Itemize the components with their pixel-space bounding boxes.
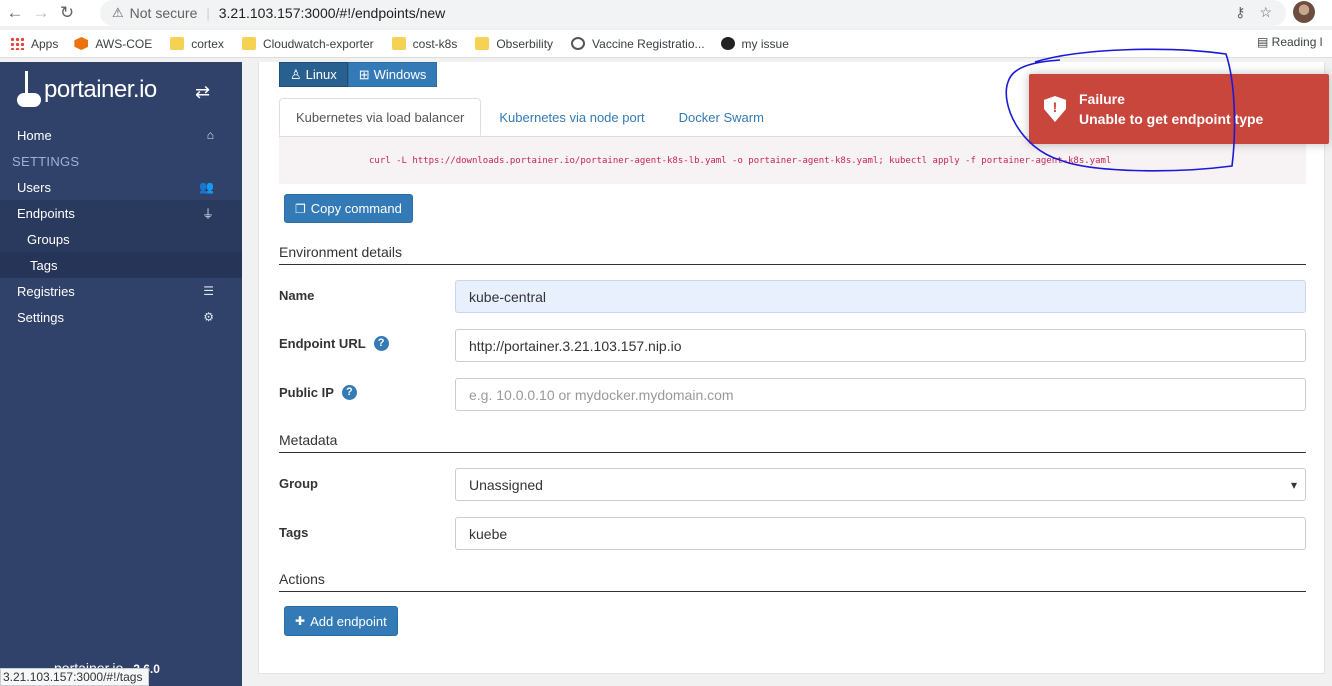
github-icon — [720, 37, 735, 50]
sidebar: portainer.io ⇄ Home ⌂ SETTINGS Users 👥 End… — [0, 62, 242, 686]
portainer-logo-icon — [16, 71, 41, 109]
bookmark-my-issue[interactable]: my issue — [720, 37, 789, 51]
linux-button[interactable]: ♙ Linux — [279, 62, 348, 87]
copy-command-button[interactable]: ❐ Copy command — [284, 194, 413, 223]
star-icon[interactable]: ☆ — [1259, 4, 1272, 21]
plus-icon: ✚ — [295, 614, 306, 628]
database-icon: ☰ — [203, 284, 214, 298]
metadata-heading: Metadata — [279, 432, 1306, 453]
bookmark-cortex[interactable]: cortex — [170, 37, 224, 51]
bookmark-vaccine-registration[interactable]: Vaccine Registratio... — [571, 37, 705, 51]
key-icon[interactable]: ⚷ — [1235, 4, 1245, 21]
tab-docker-swarm[interactable]: Docker Swarm — [663, 98, 780, 136]
toggle-sidebar-icon[interactable]: ⇄ — [195, 82, 210, 103]
folder-icon — [475, 37, 490, 50]
bookmark-cost-k8s[interactable]: cost-k8s — [391, 37, 457, 51]
folder-icon — [170, 37, 185, 50]
endpoint-url-input[interactable]: http://portainer.3.21.103.157.nip.io — [455, 329, 1306, 362]
sidebar-item-users[interactable]: Users 👥 — [0, 174, 242, 200]
toast-message: Unable to get endpoint type — [1079, 111, 1264, 127]
chevron-down-icon: ▾ — [1290, 478, 1297, 492]
public-ip-label: Public IP? — [279, 385, 357, 400]
sidebar-item-endpoints[interactable]: Endpoints ⏚ — [0, 200, 242, 226]
actions-heading: Actions — [279, 571, 1306, 592]
sidebar-item-registries[interactable]: Registries ☰ — [0, 278, 242, 304]
back-icon[interactable]: ← — [4, 2, 26, 24]
bookmark-aws-coe[interactable]: AWS-COE — [74, 37, 152, 51]
toast-title: Failure — [1079, 91, 1125, 107]
reload-icon[interactable]: ↻ — [56, 2, 78, 24]
security-label: Not secure — [129, 5, 198, 21]
name-label: Name — [279, 288, 315, 303]
add-endpoint-button[interactable]: ✚ Add endpoint — [284, 606, 398, 636]
help-icon[interactable]: ? — [341, 385, 357, 400]
apps-icon — [10, 37, 24, 50]
users-icon: 👥 — [199, 180, 214, 194]
sidebar-item-tags[interactable]: Tags — [0, 252, 242, 278]
help-icon[interactable]: ? — [373, 336, 389, 351]
failure-toast[interactable]: ! Failure Unable to get endpoint type — [1029, 74, 1329, 144]
warning-icon: ⚠ — [112, 5, 124, 20]
aws-icon — [74, 37, 89, 50]
sidebar-item-settings[interactable]: Settings ⚙ — [0, 304, 242, 330]
os-selector: ♙ Linux ⊞ Windows — [279, 62, 438, 87]
bookmark-apps[interactable]: Apps — [10, 37, 58, 51]
status-bar-url: 3.21.103.157:3000/#!/tags — [0, 668, 150, 686]
bookmark-cloudwatch-exporter[interactable]: Cloudwatch-exporter — [241, 37, 374, 51]
reading-list-button[interactable]: ▤ Reading l — [1257, 35, 1322, 49]
folder-icon — [241, 37, 256, 50]
tags-input[interactable]: kuebe — [455, 517, 1306, 550]
cogs-icon: ⚙ — [203, 310, 214, 324]
bookmark-obserbility[interactable]: Obserbility — [475, 37, 553, 51]
bookmarks-bar: Apps AWS-COE cortex Cloudwatch-exporter … — [0, 30, 1332, 58]
group-label: Group — [279, 476, 318, 491]
windows-button[interactable]: ⊞ Windows — [347, 62, 438, 87]
shield-alert-icon: ! — [1044, 96, 1066, 122]
tab-kubernetes-load-balancer[interactable]: Kubernetes via load balancer — [279, 98, 482, 136]
sidebar-heading-settings: SETTINGS — [12, 153, 80, 169]
environment-details-heading: Environment details — [279, 244, 1306, 265]
url-text[interactable]: 3.21.103.157:3000/#!/endpoints/new — [219, 5, 446, 21]
name-input[interactable]: kube-central — [455, 280, 1306, 313]
address-divider: | — [206, 5, 210, 21]
folder-icon — [391, 37, 406, 50]
endpoint-form-panel: ♙ Linux ⊞ Windows Kubernetes via load bala… — [258, 62, 1325, 674]
endpoint-url-label: Endpoint URL? — [279, 336, 389, 351]
public-ip-input[interactable]: e.g. 10.0.0.10 or mydocker.mydomain.com — [455, 378, 1306, 411]
tab-kubernetes-node-port[interactable]: Kubernetes via node port — [483, 98, 660, 136]
copy-icon: ❐ — [295, 201, 306, 216]
profile-avatar[interactable] — [1293, 1, 1315, 23]
tags-label: Tags — [279, 525, 309, 540]
plug-icon: ⏚ — [201, 206, 214, 221]
forward-icon[interactable]: → — [30, 2, 52, 24]
globe-icon — [571, 37, 586, 50]
windows-icon: ⊞ — [358, 66, 370, 82]
group-select[interactable]: Unassigned ▾ — [455, 468, 1306, 501]
address-bar[interactable]: ⚠ Not secure | 3.21.103.157:3000/#!/endp… — [100, 0, 1286, 26]
sidebar-item-home[interactable]: Home ⌂ — [0, 122, 242, 148]
home-icon: ⌂ — [206, 128, 214, 142]
sidebar-item-groups[interactable]: Groups — [0, 226, 242, 252]
linux-icon: ♙ — [290, 66, 302, 82]
